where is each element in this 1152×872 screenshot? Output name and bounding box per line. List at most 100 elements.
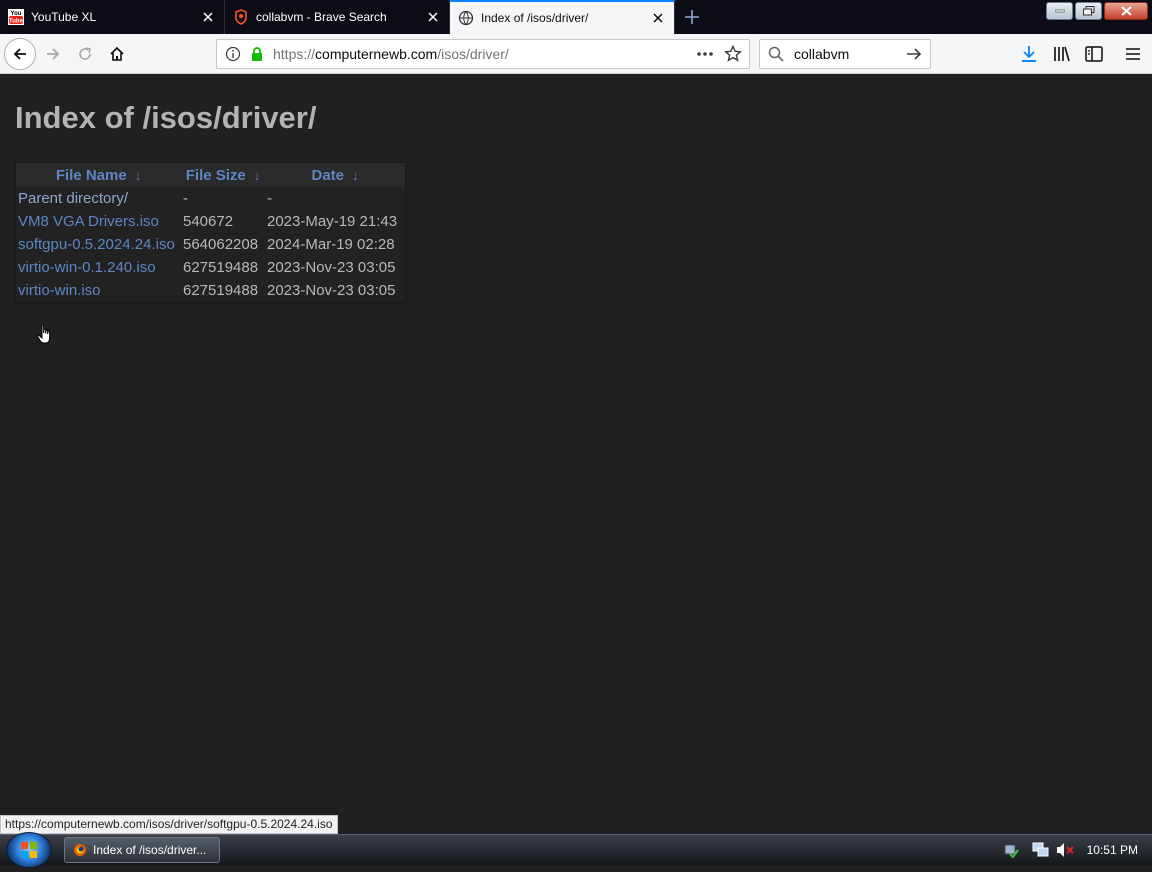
download-icon	[1022, 46, 1036, 62]
minimize-icon	[1054, 9, 1065, 13]
file-size: -	[183, 190, 188, 207]
file-size: 627519488	[183, 282, 259, 299]
svg-text:You: You	[11, 11, 22, 17]
close-window-button[interactable]	[1104, 2, 1148, 20]
close-icon[interactable]	[650, 10, 666, 26]
network-icon[interactable]	[1029, 838, 1053, 862]
sort-arrow-icon: ↓	[352, 167, 359, 183]
file-date: -	[267, 190, 272, 207]
status-url-tooltip: https://computernewb.com/isos/driver/sof…	[0, 815, 338, 834]
search-bar[interactable]: collabvm	[759, 39, 931, 69]
sort-arrow-icon: ↓	[253, 167, 261, 183]
svg-text:Tube: Tube	[9, 19, 24, 25]
reload-icon	[79, 47, 91, 60]
globe-icon	[458, 10, 474, 26]
search-icon	[764, 42, 788, 66]
navigation-toolbar: https://computernewb.com/isos/driver/ co…	[0, 34, 1152, 74]
start-button[interactable]	[6, 832, 52, 868]
parent-directory-link[interactable]: Parent directory/	[18, 190, 128, 207]
firefox-icon	[73, 843, 87, 857]
hamburger-icon	[1126, 48, 1140, 60]
home-icon	[110, 46, 124, 61]
tab-index-of-isos-driver[interactable]: Index of /isos/driver/	[450, 0, 675, 34]
url-path: /isos/driver/	[437, 46, 509, 62]
arrow-right-icon	[47, 48, 60, 60]
system-tray: 10:51 PM	[999, 835, 1152, 865]
youtube-icon: You Tube	[8, 9, 24, 25]
tab-label: collabvm - Brave Search	[256, 10, 387, 24]
column-header-label: File Name	[55, 166, 127, 184]
tab-youtube-xl[interactable]: You Tube YouTube XL	[0, 0, 225, 34]
table-row: VM8 VGA Drivers.iso 540672 2023-May-19 2…	[16, 210, 405, 233]
tab-brave-search[interactable]: collabvm - Brave Search	[225, 0, 450, 34]
search-input[interactable]: collabvm	[794, 46, 902, 62]
page-title: Index of /isos/driver/	[15, 100, 317, 135]
arrow-left-icon	[13, 48, 26, 60]
file-date: 2023-May-19 21:43	[267, 213, 398, 230]
downloads-button[interactable]	[1013, 38, 1045, 70]
taskbar-window-button[interactable]: Index of /isos/driver...	[64, 837, 220, 863]
file-link[interactable]: virtio-win-0.1.240.iso	[18, 259, 156, 276]
page-actions-icon[interactable]	[693, 42, 717, 66]
clock[interactable]: 10:51 PM	[1087, 843, 1138, 857]
table-row: Parent directory/ - -	[16, 187, 405, 210]
hand-cursor-icon	[37, 324, 51, 344]
table-row: softgpu-0.5.2024.24.iso 564062208 2024-M…	[16, 233, 405, 256]
sort-arrow-icon: ↓	[134, 167, 142, 183]
file-date: 2023-Nov-23 03:05	[267, 282, 396, 299]
home-button[interactable]	[101, 38, 133, 70]
file-link[interactable]: VM8 VGA Drivers.iso	[18, 213, 159, 230]
url-scheme: https://	[273, 46, 316, 62]
sidebar-icon	[1085, 46, 1103, 62]
column-header-label: Date	[311, 166, 344, 184]
library-icon	[1054, 46, 1070, 62]
star-icon[interactable]	[721, 42, 745, 66]
library-button[interactable]	[1046, 38, 1078, 70]
tab-strip: You Tube YouTube XL collabvm - Brave Sear…	[0, 0, 1152, 34]
file-size: 540672	[183, 213, 234, 230]
file-date: 2023-Nov-23 03:05	[267, 259, 396, 276]
window-controls	[1046, 2, 1148, 20]
page-content: Index of /isos/driver/ File Name ↓ File S…	[0, 74, 1152, 816]
menu-button[interactable]	[1117, 38, 1149, 70]
file-size: 564062208	[183, 236, 259, 253]
file-link[interactable]: virtio-win.iso	[18, 282, 101, 299]
new-tab-button[interactable]	[675, 0, 709, 34]
file-listing-table: File Name ↓ File Size ↓ Date ↓ Parent direc…	[16, 163, 405, 302]
column-header-date[interactable]: Date ↓	[265, 163, 405, 187]
back-button[interactable]	[4, 38, 36, 70]
sidebar-button[interactable]	[1078, 38, 1110, 70]
info-icon[interactable]	[221, 42, 245, 66]
close-icon[interactable]	[425, 9, 441, 25]
forward-button[interactable]	[37, 38, 69, 70]
maximize-button[interactable]	[1075, 2, 1102, 20]
tab-label: Index of /isos/driver/	[481, 11, 589, 25]
table-row: virtio-win-0.1.240.iso 627519488 2023-No…	[16, 256, 405, 279]
windows-logo-icon	[21, 842, 37, 858]
lock-icon[interactable]	[245, 42, 269, 66]
column-header-label: File Size	[185, 166, 246, 184]
table-row: virtio-win.iso 627519488 2023-Nov-23 03:…	[16, 279, 405, 302]
taskbar: Index of /isos/driver... 10:51 PM	[0, 832, 1152, 868]
search-go-icon[interactable]	[902, 42, 926, 66]
file-link[interactable]: softgpu-0.5.2024.24.iso	[18, 236, 175, 253]
url-text[interactable]: https://computernewb.com/isos/driver/	[273, 46, 693, 62]
url-host: computernewb.com	[315, 46, 438, 62]
reload-button[interactable]	[69, 38, 101, 70]
close-icon[interactable]	[200, 9, 216, 25]
tab-label: YouTube XL	[31, 10, 97, 24]
close-icon	[1120, 6, 1132, 16]
restore-icon	[1082, 6, 1094, 16]
file-date: 2024-Mar-19 02:28	[267, 236, 395, 253]
url-bar[interactable]: https://computernewb.com/isos/driver/	[216, 39, 750, 69]
file-size: 627519488	[183, 259, 259, 276]
brave-icon	[233, 9, 249, 25]
column-header-file-name[interactable]: File Name ↓	[16, 163, 181, 187]
taskbar-window-title: Index of /isos/driver...	[93, 843, 207, 857]
column-header-file-size[interactable]: File Size ↓	[181, 163, 265, 187]
plus-icon	[685, 10, 699, 24]
minimize-button[interactable]	[1046, 2, 1073, 20]
action-center-icon[interactable]	[999, 838, 1023, 862]
table-header-row: File Name ↓ File Size ↓ Date ↓	[16, 163, 405, 187]
volume-muted-icon[interactable]	[1053, 838, 1077, 862]
